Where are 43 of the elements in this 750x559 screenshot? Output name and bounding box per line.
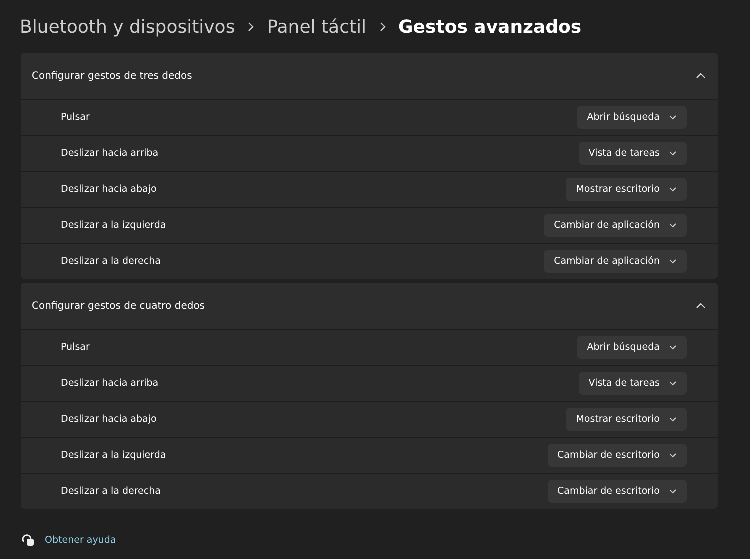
breadcrumb-item: Gestos avanzados (398, 16, 582, 38)
chevron-down-icon (669, 223, 677, 228)
setting-label: Deslizar hacia abajo (61, 414, 157, 425)
dropdown[interactable]: Mostrar escritorio (566, 178, 687, 201)
setting-label: Deslizar hacia arriba (61, 148, 159, 159)
chevron-right-icon (247, 22, 256, 32)
section-header[interactable]: Configurar gestos de cuatro dedos (21, 283, 718, 330)
setting-label: Deslizar a la derecha (61, 486, 161, 497)
chevron-down-icon (669, 381, 677, 386)
setting-label: Deslizar hacia arriba (61, 378, 159, 389)
section-title: Configurar gestos de tres dedos (32, 70, 192, 82)
chevron-down-icon (669, 417, 677, 422)
dropdown[interactable]: Cambiar de aplicación (544, 214, 687, 237)
chevron-icon[interactable] (696, 73, 706, 79)
chevron-down-icon (669, 187, 677, 192)
help-icon (21, 533, 35, 547)
breadcrumb-item[interactable]: Panel táctil (267, 16, 367, 38)
dropdown[interactable]: Mostrar escritorio (566, 408, 687, 431)
dropdown[interactable]: Cambiar de aplicación (544, 250, 687, 273)
help-link[interactable]: Obtener ayuda (45, 534, 116, 546)
dropdown[interactable]: Cambiar de escritorio (548, 480, 687, 503)
chevron-down-icon (669, 453, 677, 458)
section-title: Configurar gestos de cuatro dedos (32, 300, 206, 312)
setting-label: Deslizar a la izquierda (61, 450, 166, 461)
section-header[interactable]: Configurar gestos de tres dedos (21, 53, 718, 100)
chevron-right-icon (378, 22, 387, 32)
chevron-icon[interactable] (696, 303, 706, 309)
chevron-down-icon (669, 115, 677, 120)
setting-label: Pulsar (61, 342, 90, 353)
dropdown[interactable]: Abrir búsqueda (577, 336, 687, 359)
chevron-down-icon (669, 345, 677, 350)
breadcrumb-item[interactable]: Bluetooth y dispositivos (20, 16, 236, 38)
dropdown[interactable]: Cambiar de escritorio (548, 444, 687, 467)
setting-label: Deslizar hacia abajo (61, 184, 157, 195)
dropdown[interactable]: Abrir búsqueda (577, 106, 687, 129)
chevron-down-icon (669, 151, 677, 156)
chevron-down-icon (669, 259, 677, 264)
setting-label: Deslizar a la derecha (61, 256, 161, 267)
setting-label: Deslizar a la izquierda (61, 220, 166, 231)
setting-label: Pulsar (61, 112, 90, 123)
dropdown[interactable]: Vista de tareas (578, 372, 687, 395)
chevron-down-icon (669, 489, 677, 494)
dropdown[interactable]: Vista de tareas (578, 142, 687, 165)
